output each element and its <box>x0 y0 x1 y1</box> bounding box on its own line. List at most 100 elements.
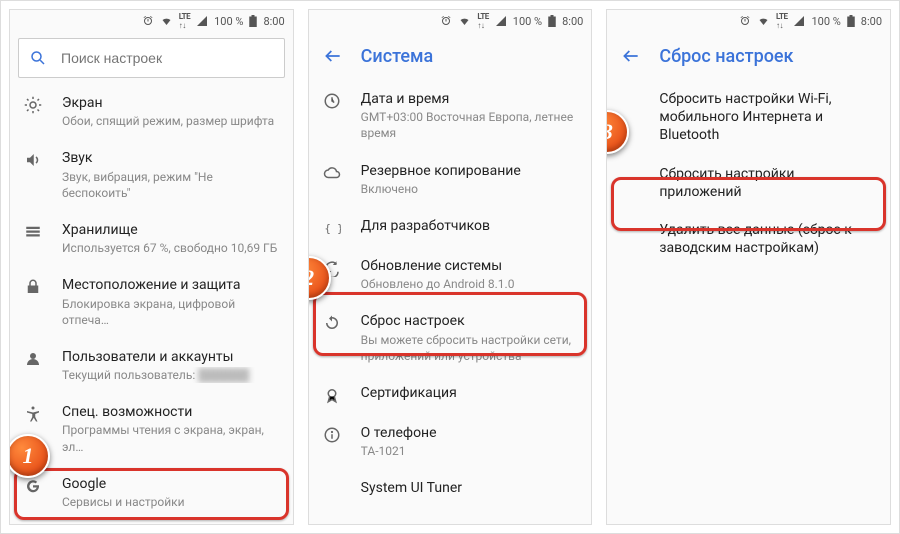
system-list: Дата и времяGMT+03:00 Восточная Европа, … <box>309 80 592 524</box>
settings-list: ЭкранОбои, спящий режим, размер шрифта З… <box>10 84 293 524</box>
row-accounts[interactable]: Пользователи и аккаунтыТекущий пользоват… <box>10 338 293 393</box>
row-security[interactable]: Местоположение и защита Блокировка экрана… <box>10 266 293 338</box>
row-title: Сертификация <box>361 384 578 402</box>
row-sub: Сервисы и настройки <box>62 494 279 510</box>
row-about[interactable]: О телефонеTA-1021 <box>309 414 592 469</box>
battery-percent: 100 % <box>513 15 542 28</box>
wifi-icon <box>757 15 770 27</box>
row-sub: Обои, спящий режим, размер шрифта <box>62 113 279 129</box>
row-display[interactable]: ЭкранОбои, спящий режим, размер шрифта <box>10 84 293 139</box>
signal-icon <box>196 15 208 27</box>
row-backup[interactable]: Резервное копированиеВключено <box>309 152 592 207</box>
clock-text: 8:00 <box>861 15 882 28</box>
status-bar: LTE↑↓ 100 % 8:00 <box>309 10 592 32</box>
row-sub: Включено <box>361 181 578 197</box>
screen-reset: LTE↑↓ 100 % 8:00 Сброс настроек Сбросить… <box>606 9 891 525</box>
battery-percent: 100 % <box>811 15 840 28</box>
row-systemui[interactable]: System UI Tuner <box>309 469 592 507</box>
cloud-icon <box>321 162 343 182</box>
row-update[interactable]: Обновление системыОбновлено до Android 8… <box>309 247 592 302</box>
header-bar: Система <box>309 32 592 80</box>
back-icon[interactable] <box>621 46 641 66</box>
back-icon[interactable] <box>323 46 343 66</box>
row-sub: Блокировка экрана, цифровой отпеча… <box>62 296 279 328</box>
screen-system: LTE↑↓ 100 % 8:00 Система Дата и времяGMT… <box>308 9 593 525</box>
row-cert[interactable]: Сертификация <box>309 374 592 414</box>
row-title: Сбросить настройки Wi-Fi, мобильного Инт… <box>659 90 876 145</box>
row-google[interactable]: GoogleСервисы и настройки <box>10 465 293 520</box>
search-input[interactable] <box>61 50 274 66</box>
row-sub: Используется 67 %, свободно 10,69 ГБ <box>62 240 279 256</box>
clock-icon <box>321 90 343 110</box>
row-reset-apps[interactable]: Сбросить настройки приложений <box>607 155 890 211</box>
update-icon <box>321 257 343 277</box>
row-reset-network[interactable]: Сбросить настройки Wi-Fi, мобильного Инт… <box>607 80 890 155</box>
clock-text: 8:00 <box>263 15 284 28</box>
sound-icon <box>22 149 44 169</box>
lte-icon: LTE↑↓ <box>477 12 488 30</box>
status-bar: LTE↑↓ 100 % 8:00 <box>607 10 890 32</box>
lock-icon <box>22 276 44 296</box>
signal-icon <box>793 15 805 27</box>
row-factory-reset[interactable]: Удалить все данные (сброс к заводским на… <box>607 211 890 267</box>
row-title: Резервное копирование <box>361 162 578 180</box>
row-title: Экран <box>62 94 279 112</box>
row-title: О телефоне <box>361 424 578 442</box>
row-sub: GMT+03:00 Восточная Европа, летнее время <box>361 109 578 141</box>
person-icon <box>22 348 44 368</box>
row-datetime[interactable]: Дата и времяGMT+03:00 Восточная Европа, … <box>309 80 592 152</box>
row-storage[interactable]: ХранилищеИспользуется 67 %, свободно 10,… <box>10 211 293 266</box>
header-bar: Сброс настроек <box>607 32 890 80</box>
developer-icon: { } <box>321 217 343 237</box>
screen-settings-root: LTE↑↓ 100 % 8:00 ЭкранОбои, спящий режим… <box>9 9 294 525</box>
wifi-icon <box>160 15 173 27</box>
certificate-icon <box>321 384 343 404</box>
accessibility-icon <box>22 403 44 423</box>
search-icon <box>29 49 47 67</box>
row-accessibility[interactable]: Спец. возможностиПрограммы чтения с экра… <box>10 393 293 465</box>
row-sub: Вы можете сбросить настройки сети, прило… <box>361 332 578 364</box>
search-bar[interactable] <box>18 38 285 78</box>
row-title: Сброс настроек <box>361 312 578 330</box>
battery-icon <box>548 15 556 27</box>
google-icon <box>22 475 44 495</box>
info-icon <box>321 424 343 444</box>
row-title: Местоположение и защита <box>62 276 279 294</box>
lte-icon: LTE↑↓ <box>776 12 787 30</box>
row-title: Для разработчиков <box>361 217 578 235</box>
header-title: Система <box>361 46 434 67</box>
row-sound[interactable]: Звук Звук, вибрация, режим "Не беспокоить… <box>10 139 293 211</box>
storage-icon <box>22 221 44 241</box>
svg-text:{ }: { } <box>324 223 341 235</box>
alarm-icon <box>739 15 751 27</box>
battery-icon <box>249 15 257 27</box>
display-icon <box>22 94 44 114</box>
alarm-icon <box>440 15 452 27</box>
row-title: Дата и время <box>361 90 578 108</box>
status-bar: LTE↑↓ 100 % 8:00 <box>10 10 293 32</box>
header-title: Сброс настроек <box>659 46 793 67</box>
row-title: System UI Tuner <box>361 479 578 497</box>
row-sub: Звук, вибрация, режим "Не беспокоить" <box>62 169 279 201</box>
row-title: Пользователи и аккаунты <box>62 348 279 366</box>
row-title: Сбросить настройки приложений <box>659 165 876 201</box>
row-system[interactable]: СистемаЯзык, время, резервное копировани… <box>10 520 293 524</box>
row-title: Спец. возможности <box>62 403 279 421</box>
alarm-icon <box>142 15 154 27</box>
row-sub: Текущий пользователь: ██████ <box>62 367 279 383</box>
clock-text: 8:00 <box>562 15 583 28</box>
row-title: Звук <box>62 149 279 167</box>
row-sub: TA-1021 <box>361 443 578 459</box>
row-title: Хранилище <box>62 221 279 239</box>
row-title: Удалить все данные (сброс к заводским на… <box>659 221 876 257</box>
row-developer[interactable]: { } Для разработчиков <box>309 207 592 247</box>
battery-icon <box>847 15 855 27</box>
signal-icon <box>495 15 507 27</box>
row-reset[interactable]: Сброс настроек Вы можете сбросить настрой… <box>309 302 592 374</box>
lte-icon: LTE↑↓ <box>179 12 190 30</box>
reset-list: Сбросить настройки Wi-Fi, мобильного Инт… <box>607 80 890 524</box>
row-title: Google <box>62 475 279 493</box>
wifi-icon <box>458 15 471 27</box>
row-sub: Программы чтения с экрана, экран, эл… <box>62 422 279 454</box>
reset-icon <box>321 312 343 332</box>
